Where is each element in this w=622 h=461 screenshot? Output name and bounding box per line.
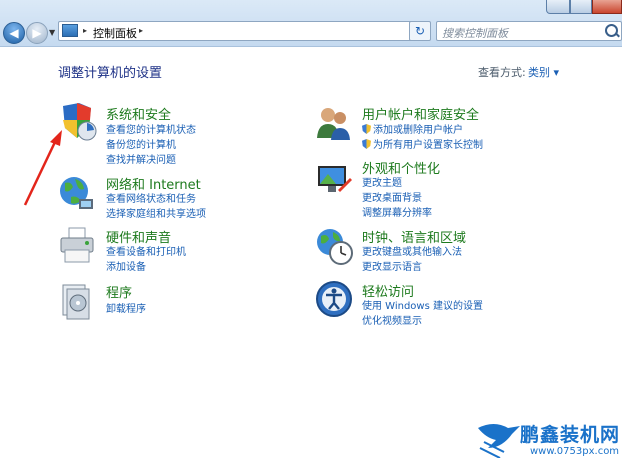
link-parental-controls[interactable]: 为所有用户设置家长控制 bbox=[362, 136, 483, 151]
link-network-status[interactable]: 查看网络状态和任务 bbox=[106, 190, 196, 205]
breadcrumb-separator-icon[interactable]: ▸ bbox=[83, 26, 87, 35]
link-change-theme[interactable]: 更改主题 bbox=[362, 174, 402, 189]
minimize-button[interactable] bbox=[546, 0, 570, 14]
eagle-logo-icon bbox=[478, 424, 520, 458]
link-uninstall-program[interactable]: 卸载程序 bbox=[106, 300, 146, 315]
link-change-keyboard[interactable]: 更改键盘或其他输入法 bbox=[362, 243, 462, 258]
link-display-language[interactable]: 更改显示语言 bbox=[362, 258, 422, 273]
breadcrumb-control-panel[interactable]: 控制面板 bbox=[93, 25, 137, 41]
ease-of-access-icon[interactable] bbox=[314, 279, 354, 319]
link-recommended-settings[interactable]: 使用 Windows 建议的设置 bbox=[362, 297, 483, 312]
address-bar[interactable]: ▸ 控制面板 ▸ ▼ bbox=[58, 21, 424, 41]
watermark-text: 鹏鑫装机网 bbox=[520, 424, 621, 446]
link-optimize-video[interactable]: 优化视频显示 bbox=[362, 312, 422, 327]
link-add-device[interactable]: 添加设备 bbox=[106, 258, 146, 273]
category-programs[interactable]: 程序 bbox=[106, 282, 132, 301]
watermark: 鹏鑫装机网 www.0753px.com bbox=[474, 418, 622, 461]
printer-icon[interactable] bbox=[57, 226, 97, 266]
link-backup-computer[interactable]: 备份您的计算机 bbox=[106, 136, 176, 151]
programs-icon[interactable] bbox=[57, 281, 97, 321]
close-button[interactable] bbox=[592, 0, 622, 14]
link-troubleshoot[interactable]: 查找并解决问题 bbox=[106, 151, 176, 166]
search-input[interactable]: 搜索控制面板 bbox=[436, 21, 622, 41]
view-by-dropdown[interactable]: 类别 ▾ bbox=[528, 64, 559, 80]
link-homegroup-sharing[interactable]: 选择家庭组和共享选项 bbox=[106, 205, 206, 220]
link-add-remove-accounts[interactable]: 添加或删除用户帐户 bbox=[362, 121, 463, 136]
breadcrumb-separator-icon[interactable]: ▸ bbox=[139, 26, 143, 35]
link-screen-resolution[interactable]: 调整屏幕分辨率 bbox=[362, 204, 432, 219]
refresh-icon[interactable]: ↻ bbox=[409, 21, 431, 41]
link-devices-printers[interactable]: 查看设备和打印机 bbox=[106, 243, 186, 258]
window-controls bbox=[546, 0, 622, 14]
watermark-url: www.0753px.com bbox=[530, 446, 620, 457]
search-icon[interactable] bbox=[605, 24, 618, 37]
users-icon[interactable] bbox=[314, 104, 354, 144]
annotation-arrow-icon bbox=[23, 130, 62, 206]
clock-globe-icon[interactable] bbox=[314, 226, 354, 266]
appearance-icon[interactable] bbox=[314, 160, 354, 200]
link-change-background[interactable]: 更改桌面背景 bbox=[362, 189, 422, 204]
link-add-remove-accounts-label: 添加或删除用户帐户 bbox=[373, 125, 463, 136]
uac-shield-icon bbox=[362, 124, 371, 134]
view-by-label: 查看方式: bbox=[478, 66, 526, 79]
search-placeholder: 搜索控制面板 bbox=[442, 27, 508, 40]
maximize-button[interactable] bbox=[570, 0, 592, 14]
link-parental-controls-label: 为所有用户设置家长控制 bbox=[373, 140, 483, 151]
link-check-computer-status[interactable]: 查看您的计算机状态 bbox=[106, 121, 196, 136]
uac-shield-icon bbox=[362, 139, 371, 149]
